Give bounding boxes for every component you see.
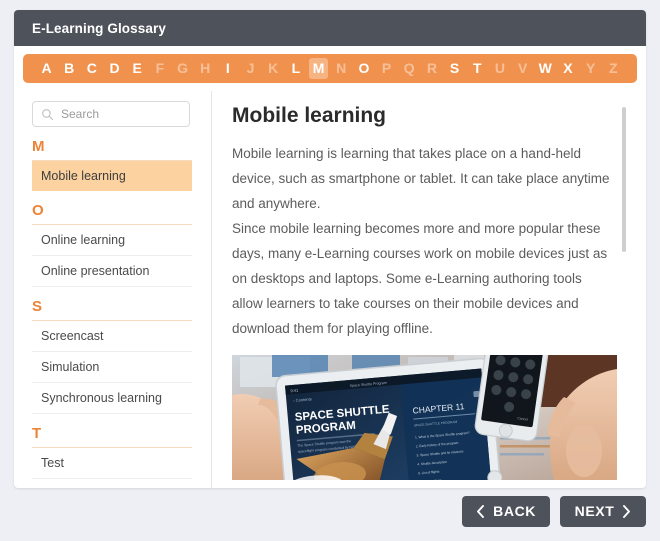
glossary-term-item[interactable]: Online learning [32,225,192,256]
glossary-term-list: M Mobile learning O Online learning Online p… [32,139,211,479]
alphabet-letter-w[interactable]: W [536,58,555,79]
page-title: E-Learning Glossary [32,20,166,36]
glossary-term-item[interactable]: Online presentation [32,256,192,287]
glossary-term-item[interactable]: Screencast [32,321,192,352]
title-bar: E-Learning Glossary [14,10,646,46]
back-button-label: BACK [493,503,536,519]
alphabet-letter-q: Q [403,60,415,76]
content-scrollbar-track[interactable] [622,99,636,479]
alphabet-letter-v: V [517,60,528,76]
section-letter-o: O [32,202,44,219]
alphabet-letter-t[interactable]: T [468,58,487,79]
alphabet-letter-f: F [155,60,165,76]
alphabet-letter-o[interactable]: O [354,58,373,79]
alphabet-letter-b[interactable]: B [60,58,79,79]
glossary-term-item[interactable]: Synchronous learning [32,383,192,414]
alphabet-letter-j: J [246,60,255,76]
alphabet-letter-e[interactable]: E [128,58,147,79]
alphabet-letter-z: Z [609,60,618,76]
definition-paragraph: Since mobile learning becomes more and m… [232,221,608,336]
section-letter-s: S [32,298,43,315]
definition-image: 9:41 Space Shuttle Program ‹ Contents SP… [232,355,617,480]
glossary-term-item[interactable]: Mobile learning [32,161,192,191]
section-letter-t: T [32,425,42,442]
alphabet-letter-l[interactable]: L [286,58,305,79]
svg-text:9:41: 9:41 [290,387,299,393]
chevron-left-icon [477,504,485,518]
search-box[interactable] [32,101,190,127]
definition-panel: Mobile learning Mobile learning is learn… [212,91,646,488]
glossary-card: E-Learning Glossary ABCDEFGHIJKLMNOPQRST… [14,10,646,488]
alphabet-letter-i[interactable]: I [218,58,237,79]
search-input[interactable] [61,107,181,121]
definition-paragraph: Mobile learning is learning that takes p… [232,146,610,211]
glossary-sidebar: M Mobile learning O Online learningOnline p… [14,91,212,488]
alphabet-letter-u: U [494,60,505,76]
alphabet-letter-y: Y [585,60,596,76]
chevron-right-icon [623,504,631,518]
tablet-photo-illustration: 9:41 Space Shuttle Program ‹ Contents SP… [232,355,617,480]
alphabet-letter-s[interactable]: S [445,58,464,79]
alphabet-filter-bar: ABCDEFGHIJKLMNOPQRSTUVWXYZ [23,54,637,83]
next-button-label: NEXT [574,503,615,519]
content-scrollbar-thumb[interactable] [622,107,626,252]
definition-title: Mobile learning [232,104,387,127]
alphabet-letter-p: P [381,60,392,76]
next-button[interactable]: NEXT [560,495,646,527]
body-split: M Mobile learning O Online learningOnline p… [14,91,646,488]
navigation-footer: BACK NEXT [14,493,646,529]
glossary-term-item[interactable]: Test [32,448,192,479]
search-icon [42,108,54,120]
alphabet-letter-a[interactable]: A [37,58,56,79]
glossary-term-item[interactable]: Simulation [32,352,192,383]
alphabet-letter-g: G [177,60,188,76]
back-button[interactable]: BACK [462,495,550,527]
alphabet-letter-x[interactable]: X [558,58,577,79]
alphabet-letter-d[interactable]: D [105,58,124,79]
alphabet-letter-h: H [200,60,211,76]
alphabet-letter-c[interactable]: C [82,58,101,79]
alphabet-letter-r: R [426,60,437,76]
alphabet-bar-wrapper: ABCDEFGHIJKLMNOPQRSTUVWXYZ [14,46,646,91]
section-letter-m: M [32,138,45,155]
alphabet-letter-k: K [268,60,279,76]
alphabet-letter-m[interactable]: M [309,58,329,79]
alphabet-letter-n: N [336,60,347,76]
